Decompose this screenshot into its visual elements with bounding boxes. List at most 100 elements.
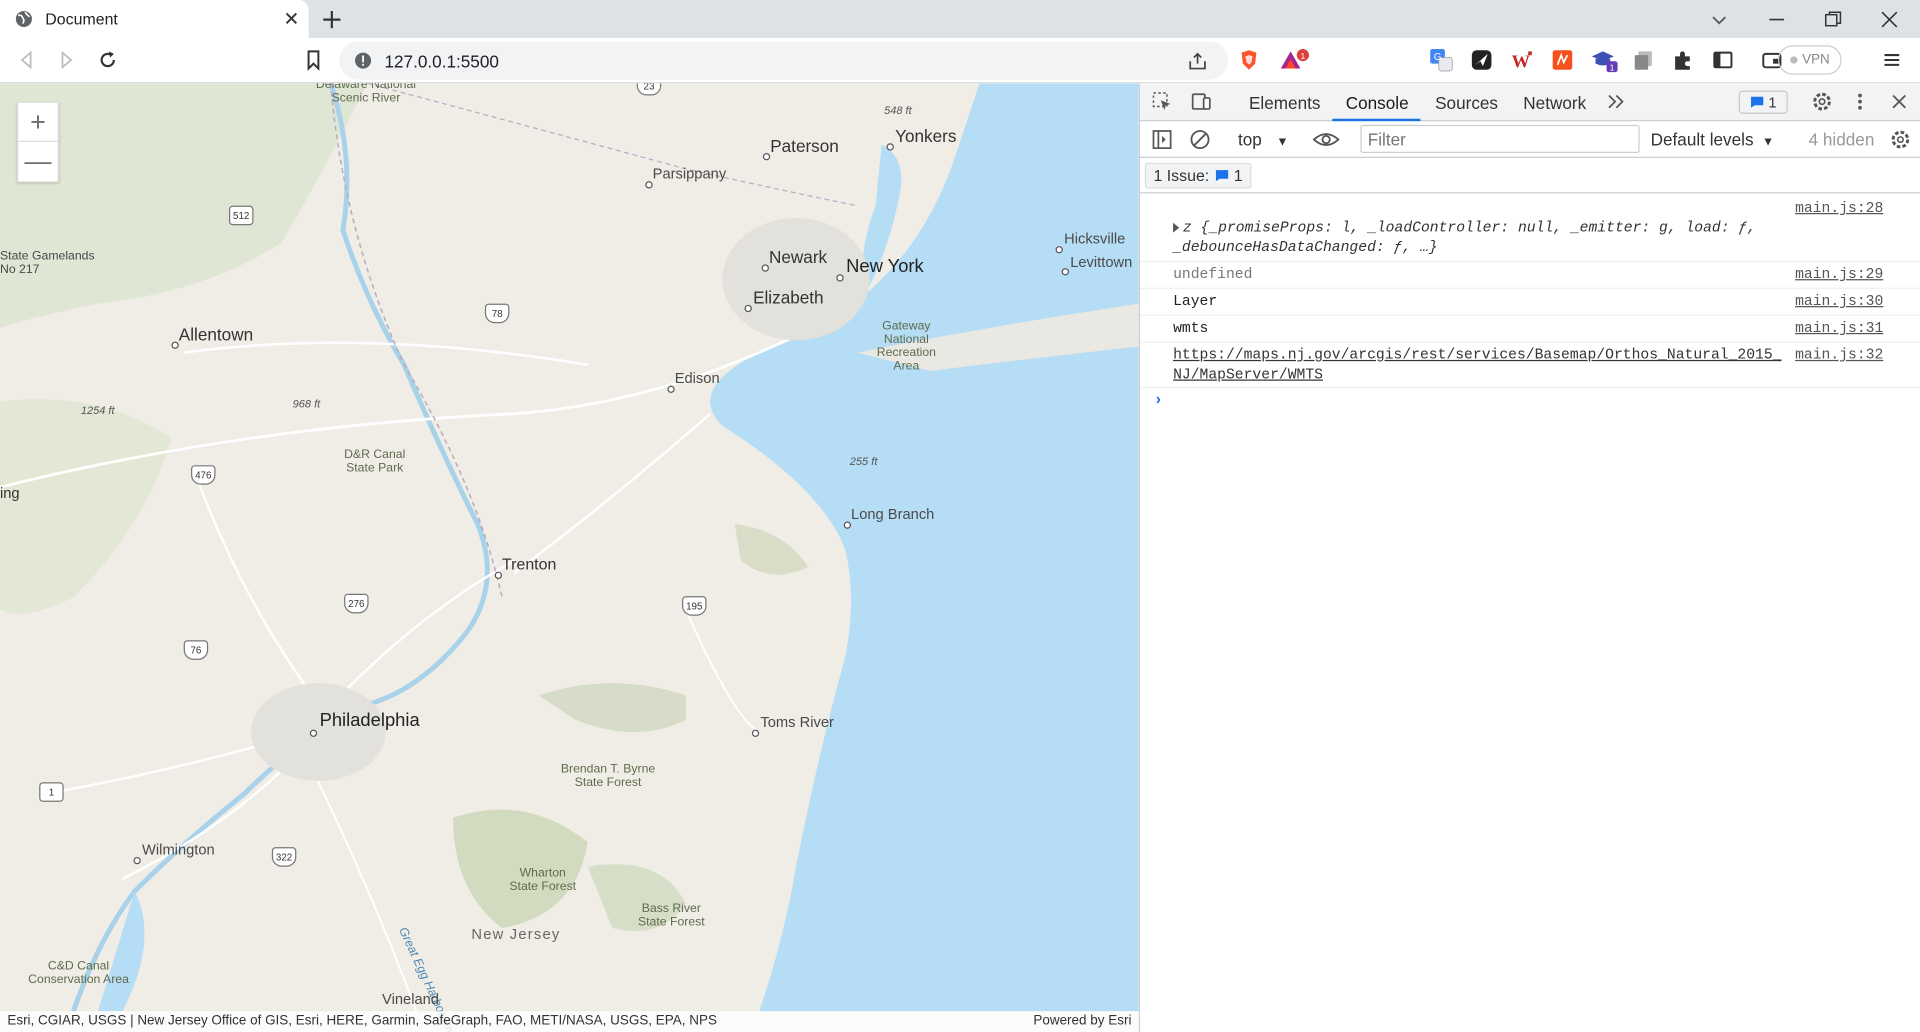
console-settings-icon[interactable] xyxy=(1889,129,1911,151)
city-marker xyxy=(751,729,760,737)
map-label: Bass River State Forest xyxy=(637,902,705,930)
new-tab-icon[interactable] xyxy=(320,7,344,31)
brave-shields-icon[interactable] xyxy=(1237,48,1261,72)
brave-rewards-icon[interactable]: 1 xyxy=(1278,48,1312,72)
map-label: Delaware National Scenic River xyxy=(315,83,416,106)
map-label: Trenton xyxy=(502,554,557,573)
device-toolbar-icon[interactable] xyxy=(1190,91,1212,113)
issues-counter-button[interactable]: 1 xyxy=(1738,90,1788,114)
reload-icon[interactable] xyxy=(96,48,120,72)
browser-tab[interactable]: Document xyxy=(0,0,309,38)
forward-icon[interactable] xyxy=(54,48,78,72)
city-marker xyxy=(645,181,653,189)
live-expression-eye-icon[interactable] xyxy=(1312,129,1340,151)
extensions-puzzle-icon[interactable] xyxy=(1670,48,1694,72)
console-object-preview[interactable]: z {_promiseProps: l, _loadController: nu… xyxy=(1173,218,1920,257)
map-label: Edison xyxy=(674,369,720,387)
more-options-icon[interactable] xyxy=(1849,91,1871,113)
map-label: ing xyxy=(0,484,20,502)
context-value: top xyxy=(1237,129,1262,150)
zoom-control: + — xyxy=(17,101,59,183)
send-extension-icon[interactable] xyxy=(1469,48,1493,72)
bookmark-icon[interactable] xyxy=(301,48,325,72)
map-label: Newark xyxy=(768,247,828,267)
svg-text:G: G xyxy=(1434,52,1442,63)
share-icon[interactable] xyxy=(1187,50,1209,72)
route-shield: 276 xyxy=(344,593,369,614)
map-label: New York xyxy=(846,255,924,277)
powered-by-esri[interactable]: Powered by Esri xyxy=(1033,1014,1131,1029)
tab-network[interactable]: Network xyxy=(1523,93,1586,113)
globe-icon xyxy=(15,10,32,28)
inspect-element-icon[interactable] xyxy=(1151,91,1173,113)
graduation-extension-icon[interactable]: 1 xyxy=(1591,48,1620,73)
map-label: Yonkers xyxy=(895,126,957,146)
close-devtools-icon[interactable] xyxy=(1888,91,1910,113)
map-view[interactable]: + — Delaware National Scenic River 23 Pa… xyxy=(0,83,1139,1032)
console-toolbar: top ▼ Default levels ▼ 4 hidden xyxy=(1140,121,1920,158)
vpn-label: VPN xyxy=(1802,52,1830,68)
tab-search-icon[interactable] xyxy=(1707,7,1731,31)
address-bar[interactable]: 127.0.0.1:5500 xyxy=(339,41,1229,80)
restore-icon[interactable] xyxy=(1821,7,1845,31)
expand-triangle-icon[interactable] xyxy=(1173,222,1180,233)
sidebar-toggle-icon[interactable] xyxy=(1151,129,1173,151)
route-shield: 78 xyxy=(484,303,510,324)
console-message: main.js:31 wmts xyxy=(1140,316,1920,343)
map-label: Elizabeth xyxy=(753,287,824,308)
map-label: Brendan T. Byrne State Forest xyxy=(560,762,656,790)
issues-button[interactable]: 1 Issue: 1 xyxy=(1144,162,1252,189)
vpn-button[interactable]: VPN xyxy=(1777,45,1842,75)
city-marker xyxy=(886,143,894,151)
source-link[interactable]: main.js:28 xyxy=(1795,200,1883,217)
google-translate-icon[interactable]: G xyxy=(1429,48,1453,72)
close-tab-icon[interactable] xyxy=(280,7,302,29)
tab-console[interactable]: Console xyxy=(1346,93,1409,113)
chevron-down-icon: ▼ xyxy=(1761,135,1775,150)
message-icon xyxy=(1751,96,1764,108)
console-prompt-icon: › xyxy=(1153,390,1164,409)
context-selector[interactable]: top ▼ xyxy=(1238,130,1289,150)
copy-extension-icon[interactable] xyxy=(1631,48,1655,72)
map-label: Levittown xyxy=(1070,253,1133,271)
pdf-extension-icon[interactable] xyxy=(1550,48,1574,72)
route-shield: 76 xyxy=(183,640,209,660)
elevation-label: 968 ft xyxy=(292,397,321,411)
tab-title: Document xyxy=(45,9,118,29)
city-marker xyxy=(494,571,503,580)
settings-gear-icon[interactable] xyxy=(1811,91,1833,113)
log-levels-dropdown[interactable]: Default levels ▼ xyxy=(1651,130,1774,150)
console-filter-input[interactable] xyxy=(1360,124,1640,154)
zoom-in-button[interactable]: + xyxy=(18,103,58,143)
back-icon[interactable] xyxy=(15,48,39,72)
source-link[interactable]: main.js:30 xyxy=(1795,293,1883,310)
minimize-icon[interactable] xyxy=(1765,7,1789,31)
console-prompt-row[interactable]: › xyxy=(1140,388,1920,417)
map-label: Hicksville xyxy=(1064,230,1126,248)
source-link[interactable]: main.js:29 xyxy=(1795,266,1883,283)
city-marker xyxy=(1055,246,1063,254)
message-icon xyxy=(1215,170,1228,182)
map-label: Paterson xyxy=(770,135,839,156)
browser-toolbar: 127.0.0.1:5500 1 G W 1 VPN xyxy=(0,37,1920,84)
route-shield: 322 xyxy=(271,847,297,867)
issues-label: 1 Issue: xyxy=(1153,166,1210,185)
console-message[interactable]: main.js:28 z {_promiseProps: l, _loadCon… xyxy=(1140,196,1920,262)
route-shield: 195 xyxy=(682,596,707,616)
city-marker xyxy=(843,521,852,529)
info-icon[interactable] xyxy=(354,51,372,69)
url-text: 127.0.0.1:5500 xyxy=(384,51,499,72)
menu-icon[interactable] xyxy=(1880,48,1904,72)
tab-elements[interactable]: Elements xyxy=(1249,93,1320,113)
zoom-out-button[interactable]: — xyxy=(18,142,57,181)
tab-sources[interactable]: Sources xyxy=(1435,93,1498,113)
source-link[interactable]: main.js:32 xyxy=(1795,346,1883,363)
window-close-icon[interactable] xyxy=(1877,7,1901,31)
clear-console-icon[interactable] xyxy=(1189,129,1211,151)
sidebar-toggle-icon[interactable] xyxy=(1711,48,1735,72)
source-link[interactable]: main.js:31 xyxy=(1795,320,1883,337)
vpn-status-dot xyxy=(1789,56,1798,64)
route-shield: 1 xyxy=(39,782,64,802)
wps-extension-icon[interactable]: W xyxy=(1510,48,1534,72)
more-tabs-icon[interactable] xyxy=(1605,91,1627,113)
